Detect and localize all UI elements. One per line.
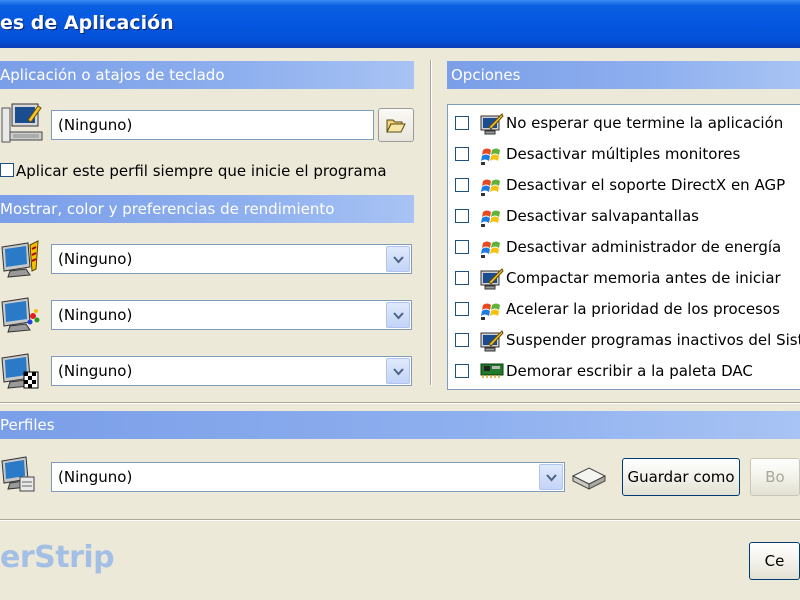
windows-flag-icon <box>480 237 504 263</box>
option-checkbox[interactable] <box>455 209 469 223</box>
chevron-down-icon <box>393 312 404 320</box>
display-combo-3-value: (Ninguno) <box>58 362 133 380</box>
display-performance-icon <box>1 353 39 389</box>
option-label: Demorar escribir a la paleta DAC <box>506 362 753 380</box>
always-apply-checkbox[interactable] <box>0 163 14 177</box>
separator-bottom <box>0 519 800 521</box>
delete-button[interactable]: Bo <box>750 458 800 496</box>
section-header-display: Mostrar, color y preferencias de rendimi… <box>0 195 414 223</box>
vertical-divider <box>430 60 432 385</box>
option-checkbox[interactable] <box>455 116 469 130</box>
option-item[interactable]: Demorar escribir a la paleta DAC <box>448 362 800 386</box>
windows-flag-icon <box>480 206 504 232</box>
keyboard-shortcut-icon[interactable] <box>570 464 608 492</box>
display-combo-2-dropdown[interactable] <box>386 302 410 328</box>
chevron-down-icon <box>546 474 557 482</box>
option-label: Desactivar el soporte DirectX en AGP <box>506 176 786 194</box>
option-label: Desactivar salvapantallas <box>506 207 699 225</box>
title-bar[interactable]: es de Aplicación <box>0 0 800 48</box>
window-title: es de Aplicación <box>0 12 174 34</box>
section-header-profiles: Perfiles <box>0 411 800 439</box>
brand-logo: erStrip <box>0 540 115 575</box>
open-folder-icon <box>386 119 406 133</box>
save-as-button[interactable]: Guardar como <box>622 458 740 496</box>
section-header-options: Opciones <box>447 61 800 89</box>
monitor-pencil-icon <box>480 330 504 356</box>
display-combo-3-dropdown[interactable] <box>386 358 410 384</box>
option-item[interactable]: Compactar memoria antes de iniciar <box>448 268 800 294</box>
option-item[interactable]: Acelerar la prioridad de los procesos <box>448 300 800 324</box>
chevron-down-icon <box>393 368 404 376</box>
option-item[interactable]: No esperar que termine la aplicación <box>448 113 800 139</box>
option-item[interactable]: Desactivar salvapantallas <box>448 207 800 231</box>
display-combo-2[interactable]: (Ninguno) <box>51 300 412 330</box>
application-field[interactable]: (Ninguno) <box>51 110 374 140</box>
display-resolution-icon <box>1 240 39 278</box>
options-list[interactable]: No esperar que termine la aplicación Desa… <box>447 104 800 390</box>
display-combo-1-dropdown[interactable] <box>386 246 410 272</box>
section-header-app: Aplicación o atajos de teclado <box>0 61 414 89</box>
close-button[interactable]: Ce <box>749 542 800 580</box>
option-label: Acelerar la prioridad de los procesos <box>506 300 780 318</box>
option-label: Desactivar múltiples monitores <box>506 145 741 163</box>
application-computer-icon <box>1 103 43 143</box>
monitor-pencil-icon <box>480 113 504 139</box>
display-combo-3[interactable]: (Ninguno) <box>51 356 412 386</box>
profile-combo[interactable]: (Ninguno) <box>51 462 565 492</box>
display-color-icon <box>1 297 40 333</box>
monitor-pencil-icon <box>480 268 504 294</box>
option-label: Compactar memoria antes de iniciar <box>506 269 781 287</box>
option-item[interactable]: Desactivar administrador de energía <box>448 238 800 262</box>
display-combo-1-value: (Ninguno) <box>58 250 133 268</box>
option-item[interactable]: Desactivar el soporte DirectX en AGP <box>448 176 800 200</box>
profile-computer-icon <box>1 456 35 492</box>
display-combo-2-value: (Ninguno) <box>58 306 133 324</box>
profile-combo-value: (Ninguno) <box>58 468 133 486</box>
option-item[interactable]: Desactivar múltiples monitores <box>448 145 800 169</box>
profile-combo-dropdown[interactable] <box>539 464 563 490</box>
option-checkbox[interactable] <box>455 178 469 192</box>
always-apply-label: Aplicar este perfil siempre que inicie e… <box>16 162 387 180</box>
windows-flag-icon <box>480 299 504 325</box>
option-checkbox[interactable] <box>455 302 469 316</box>
option-checkbox[interactable] <box>455 147 469 161</box>
option-item[interactable]: Suspender programas inactivos del Siste <box>448 330 800 356</box>
windows-flag-icon <box>480 144 504 170</box>
chevron-down-icon <box>393 256 404 264</box>
option-checkbox[interactable] <box>455 364 469 378</box>
option-checkbox[interactable] <box>455 240 469 254</box>
option-label: Desactivar administrador de energía <box>506 238 782 256</box>
windows-flag-icon <box>480 175 504 201</box>
option-checkbox[interactable] <box>455 271 469 285</box>
browse-button[interactable] <box>378 108 414 142</box>
option-checkbox[interactable] <box>455 333 469 347</box>
display-combo-1[interactable]: (Ninguno) <box>51 244 412 274</box>
option-label: No esperar que termine la aplicación <box>506 114 784 132</box>
option-label: Suspender programas inactivos del Siste <box>506 331 800 349</box>
separator-top <box>0 402 800 404</box>
graphics-card-icon <box>480 361 506 383</box>
